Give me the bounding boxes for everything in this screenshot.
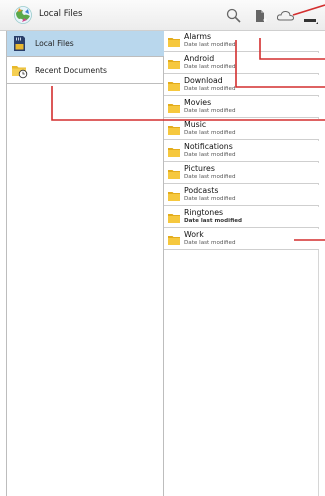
file-date: Date last modified <box>184 174 236 180</box>
new-document-icon[interactable] <box>250 6 270 26</box>
overflow-menu-icon[interactable] <box>302 6 320 26</box>
file-date: Date last modified <box>184 108 236 114</box>
file-date: Date last modified <box>184 240 236 246</box>
folder-icon <box>168 125 180 135</box>
app-logo-icon[interactable] <box>13 5 33 25</box>
list-item[interactable]: Podcasts Date last modified <box>164 185 319 206</box>
sidebar-item-local-files[interactable]: Local Files <box>7 31 164 57</box>
list-item[interactable]: Alarms Date last modified <box>164 31 319 52</box>
recent-folder-icon <box>11 62 28 79</box>
list-item[interactable]: Movies Date last modified <box>164 97 319 118</box>
search-icon[interactable] <box>224 6 244 26</box>
sidebar-item-label: Recent Documents <box>35 66 107 75</box>
folder-icon <box>168 235 180 245</box>
list-item[interactable]: Notifications Date last modified <box>164 141 319 162</box>
folder-icon <box>168 169 180 179</box>
folder-icon <box>168 59 180 69</box>
file-name: Download <box>184 76 223 85</box>
file-date: Date last modified <box>184 86 236 92</box>
folder-icon <box>168 213 180 223</box>
file-date: Date last modified <box>184 42 236 48</box>
file-date: Date last modified <box>184 196 236 202</box>
file-name: Ringtones <box>184 208 224 217</box>
action-bar: Local Files <box>0 0 325 31</box>
file-name: Notifications <box>184 142 233 151</box>
folder-icon <box>168 81 180 91</box>
sidebar-item-recent-documents[interactable]: Recent Documents <box>7 58 164 84</box>
file-name: Podcasts <box>184 186 219 195</box>
cloud-icon[interactable] <box>275 6 297 26</box>
file-list: Alarms Date last modified Android Date l… <box>164 31 319 496</box>
app-window: Local Files Local Files Recent Documents… <box>0 0 325 496</box>
folder-icon <box>168 103 180 113</box>
folder-icon <box>168 37 180 47</box>
sd-card-icon <box>11 35 28 52</box>
file-date: Date last modified <box>184 64 236 70</box>
folder-icon <box>168 147 180 157</box>
file-name: Work <box>184 230 204 239</box>
sidebar: Local Files Recent Documents <box>6 31 164 496</box>
file-name: Pictures <box>184 164 215 173</box>
file-date: Date last modified <box>184 218 243 224</box>
file-date: Date last modified <box>184 130 236 136</box>
list-item[interactable]: Ringtones Date last modified <box>164 207 319 228</box>
list-item[interactable]: Pictures Date last modified <box>164 163 319 184</box>
file-name: Movies <box>184 98 212 107</box>
list-item[interactable]: Work Date last modified <box>164 229 319 250</box>
file-name: Alarms <box>184 32 212 41</box>
list-item[interactable]: Download Date last modified <box>164 75 319 96</box>
sidebar-item-label: Local Files <box>35 39 74 48</box>
file-name: Music <box>184 120 207 129</box>
file-name: Android <box>184 54 215 63</box>
list-item[interactable]: Music Date last modified <box>164 119 319 140</box>
app-title: Local Files <box>39 9 83 19</box>
folder-icon <box>168 191 180 201</box>
file-date: Date last modified <box>184 152 236 158</box>
list-item[interactable]: Android Date last modified <box>164 53 319 74</box>
